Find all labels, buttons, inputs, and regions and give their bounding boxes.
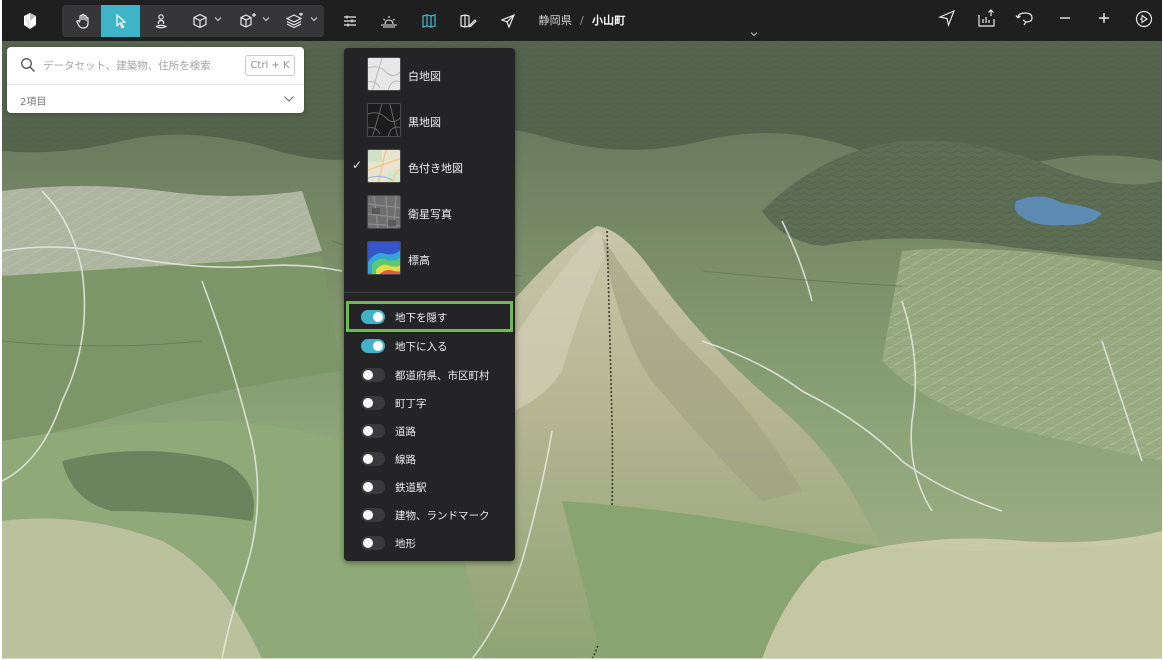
dataset-count-row[interactable]: 2項目 <box>7 85 304 113</box>
toggle-row-prefectures[interactable]: 都道府県、市区町村 <box>344 361 515 389</box>
play-circle-icon[interactable] <box>1135 10 1153 28</box>
breadcrumb-chevron-icon[interactable] <box>750 31 758 37</box>
export-icon[interactable] <box>976 8 998 28</box>
check-icon: ✓ <box>352 158 363 172</box>
app-window: 静岡県 / 小山町 Ctrl + K 2項目 白地図 <box>2 0 1162 659</box>
basemap-label: 標高 <box>408 254 430 267</box>
toggle-label: 鉄道駅 <box>395 482 427 494</box>
satellite-thumbnail <box>367 195 401 229</box>
basemap-menu: 白地図 黒地図 ✓ 色付き地図 衛星写真 標高 地下を隠す 地下に入る 都道府県… <box>344 48 515 561</box>
toggle-switch[interactable] <box>361 424 385 438</box>
chevron-down-icon[interactable] <box>283 95 295 103</box>
breadcrumb-separator: / <box>580 14 584 27</box>
toggle-row-buildings[interactable]: 建物、ランドマーク <box>344 501 515 529</box>
toggle-switch[interactable] <box>361 396 385 410</box>
toggle-row-roads[interactable]: 道路 <box>344 417 515 445</box>
terrain-map-view[interactable] <box>2 41 1162 659</box>
search-row: Ctrl + K <box>7 47 304 85</box>
top-toolbar: 静岡県 / 小山町 <box>2 0 1162 41</box>
toggle-label: 道路 <box>395 426 416 438</box>
terrain-map-canvas[interactable] <box>2 41 1162 659</box>
dataset-count: 2項目 <box>20 97 47 108</box>
basemap-option-satellite[interactable]: 衛星写真 <box>344 190 515 236</box>
zoom-out-icon[interactable] <box>1057 9 1073 27</box>
toggle-label: 地形 <box>395 538 416 550</box>
basemap-option-black[interactable]: 黒地図 <box>344 98 515 144</box>
search-input[interactable] <box>43 56 233 76</box>
toggle-label: 線路 <box>395 454 416 466</box>
toggle-switch[interactable] <box>361 339 385 353</box>
shortcut-badge: Ctrl + K <box>245 55 295 76</box>
white-map-thumbnail <box>367 57 401 91</box>
toggle-switch[interactable] <box>361 480 385 494</box>
undo-circle-icon[interactable] <box>1015 9 1035 27</box>
color-map-thumbnail <box>367 149 401 183</box>
basemap-label: 白地図 <box>408 70 441 83</box>
search-panel: Ctrl + K 2項目 <box>7 47 304 113</box>
toggle-row-enter-underground[interactable]: 地下に入る <box>344 332 515 360</box>
navigation-arrow-icon[interactable] <box>938 9 956 27</box>
basemap-option-color[interactable]: ✓ 色付き地図 <box>344 144 515 190</box>
breadcrumb-prefecture[interactable]: 静岡県 <box>538 14 572 27</box>
basemap-label: 黒地図 <box>408 116 441 129</box>
basemap-option-white[interactable]: 白地図 <box>344 52 515 98</box>
toggle-label: 町丁字 <box>395 398 427 410</box>
toggle-switch[interactable] <box>361 452 385 466</box>
toggle-label: 都道府県、市区町村 <box>395 370 490 382</box>
toggle-switch[interactable] <box>361 368 385 382</box>
search-icon <box>21 58 35 72</box>
basemap-option-elevation[interactable]: 標高 <box>344 236 515 282</box>
basemap-label: 衛星写真 <box>408 208 452 221</box>
toggle-switch[interactable] <box>361 536 385 550</box>
toggle-label: 建物、ランドマーク <box>395 510 490 522</box>
menu-divider <box>344 292 515 293</box>
toggle-row-terrain[interactable]: 地形 <box>344 529 515 557</box>
black-map-thumbnail <box>367 103 401 137</box>
toggle-row-railways[interactable]: 線路 <box>344 445 515 473</box>
basemap-label: 色付き地図 <box>408 162 463 175</box>
toggle-switch[interactable] <box>361 508 385 522</box>
breadcrumb-town[interactable]: 小山町 <box>592 14 626 27</box>
zoom-in-icon[interactable] <box>1096 9 1112 27</box>
highlight-box <box>346 301 513 332</box>
toggle-row-town-districts[interactable]: 町丁字 <box>344 389 515 417</box>
toggle-label: 地下に入る <box>395 341 448 353</box>
toggle-row-stations[interactable]: 鉄道駅 <box>344 473 515 501</box>
elevation-thumbnail <box>367 241 401 275</box>
